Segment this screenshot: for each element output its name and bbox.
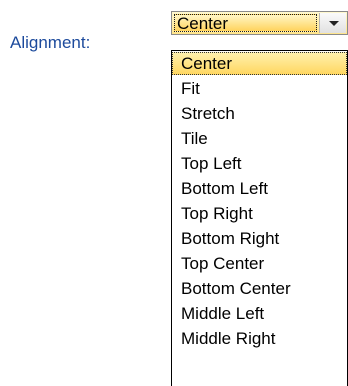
dropdown-option-top-right[interactable]: Top Right (172, 201, 347, 226)
dropdown-option-bottom-right[interactable]: Bottom Right (172, 226, 347, 251)
alignment-dropdown-list[interactable]: Center Fit Stretch Tile Top Left Bottom … (171, 50, 348, 386)
dropdown-option-bottom-left[interactable]: Bottom Left (172, 176, 347, 201)
dropdown-option-top-left[interactable]: Top Left (172, 151, 347, 176)
dropdown-option-middle-right[interactable]: Middle Right (172, 326, 347, 351)
dropdown-option-top-center[interactable]: Top Center (172, 251, 347, 276)
dropdown-option-middle-left[interactable]: Middle Left (172, 301, 347, 326)
alignment-combobox-value[interactable]: Center (174, 14, 317, 32)
alignment-label: Alignment: (10, 33, 91, 52)
dropdown-option-tile[interactable]: Tile (172, 126, 347, 151)
alignment-combobox[interactable]: Center (171, 11, 348, 35)
dropdown-option-bottom-center[interactable]: Bottom Center (172, 276, 347, 301)
dropdown-button[interactable] (319, 13, 346, 33)
dropdown-option-center[interactable]: Center (172, 52, 347, 75)
dropdown-option-fit[interactable]: Fit (172, 76, 347, 101)
dropdown-option-stretch[interactable]: Stretch (172, 101, 347, 126)
chevron-down-icon (329, 21, 339, 26)
